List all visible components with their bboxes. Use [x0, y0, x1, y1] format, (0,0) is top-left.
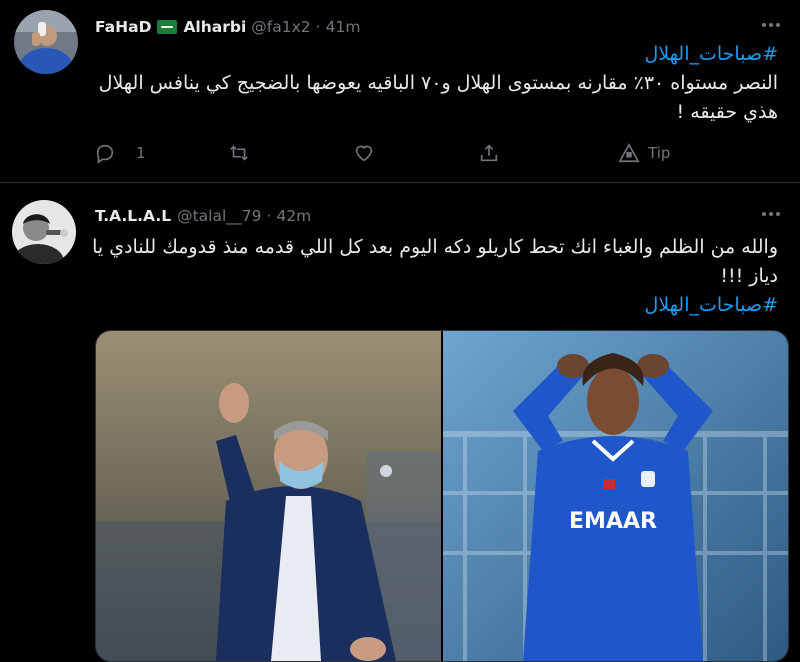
timestamp[interactable]: 42m	[276, 207, 311, 225]
avatar[interactable]	[12, 200, 76, 264]
tweet-body: النصر مستواه ٣٠٪ مقارنه بمستوى الهلال و٧…	[98, 72, 778, 123]
media-photo-player[interactable]: EMAAR	[443, 331, 788, 661]
share-icon	[480, 144, 498, 162]
retweet-icon	[230, 145, 248, 161]
flag-icon	[157, 20, 178, 34]
share-button[interactable]	[478, 138, 500, 168]
reply-count: 1	[136, 144, 146, 162]
timestamp[interactable]: 41m	[326, 18, 361, 36]
user-handle[interactable]: @talal__79	[177, 207, 261, 225]
tip-button[interactable]: Tip	[618, 138, 670, 168]
reply-icon	[96, 144, 114, 164]
separator-dot: ·	[315, 18, 321, 36]
more-icon[interactable]	[760, 14, 782, 41]
user-handle[interactable]: @fa1x2	[251, 18, 310, 36]
media-photo-coach[interactable]	[96, 331, 441, 661]
tweet[interactable]: T.A.L.A.L @talal__79 · 42m والله من الظل…	[0, 183, 800, 662]
like-icon	[355, 145, 373, 162]
hashtag-link[interactable]: #صباحات_الهلال	[88, 40, 778, 69]
display-name-part[interactable]: Alharbi	[183, 18, 246, 36]
tip-icon	[618, 143, 640, 163]
action-bar: 1 Tip	[94, 138, 694, 168]
separator-dot: ·	[266, 207, 272, 225]
reply-button[interactable]: 1	[94, 138, 146, 168]
like-button[interactable]	[353, 138, 375, 168]
tweet-header: FaHaD Alharbi @fa1x2 · 41m	[95, 16, 360, 38]
avatar[interactable]	[14, 10, 78, 74]
tweet-text: #صباحات_الهلال النصر مستواه ٣٠٪ مقارنه ب…	[88, 40, 778, 127]
display-name[interactable]: FaHaD	[95, 18, 151, 36]
retweet-button[interactable]	[228, 138, 250, 168]
display-name[interactable]: T.A.L.A.L	[95, 207, 171, 225]
jersey-sponsor-text: EMAAR	[569, 509, 657, 534]
hashtag-link[interactable]: #صباحات_الهلال	[88, 291, 778, 320]
tweet[interactable]: FaHaD Alharbi @fa1x2 · 41m #صباحات_الهلا…	[0, 0, 800, 183]
tweet-text: والله من الظلم والغباء انك تحط كاريلو دك…	[88, 233, 778, 320]
more-icon[interactable]	[760, 203, 782, 230]
media-grid[interactable]: EMAAR	[95, 330, 789, 662]
tweet-header: T.A.L.A.L @talal__79 · 42m	[95, 205, 311, 227]
tweet-body: والله من الظلم والغباء انك تحط كاريلو دك…	[92, 236, 778, 287]
tip-label: Tip	[648, 144, 671, 162]
